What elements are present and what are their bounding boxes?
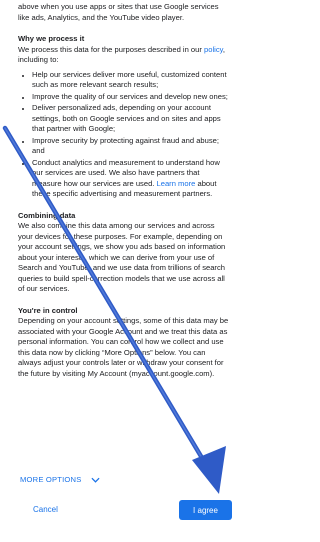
list-item: Improve the quality of our services and … [32, 92, 230, 103]
control-heading: You're in control [18, 305, 78, 315]
combining-text: We also combine this data among our serv… [18, 221, 226, 293]
more-options-label: MORE OPTIONS [20, 475, 82, 484]
why-heading: Why we process it [18, 34, 85, 43]
policy-link[interactable]: policy [204, 45, 223, 54]
agree-button[interactable]: I agree [179, 500, 232, 520]
chevron-down-icon [91, 477, 101, 483]
list-item: Conduct analytics and measurement to und… [32, 158, 230, 200]
more-options-button[interactable]: MORE OPTIONS [20, 475, 101, 484]
list-item: Improve security by protecting against f… [32, 136, 230, 157]
purpose-list: Help our services deliver more useful, c… [18, 70, 230, 200]
combining-heading: Combining data [18, 210, 76, 220]
consent-content: above when you use apps or sites that us… [18, 0, 230, 379]
why-lead: We process this data for the purposes de… [18, 44, 225, 65]
control-text: Depending on your account settings, some… [18, 316, 229, 378]
list-item: Help our services deliver more useful, c… [32, 70, 230, 91]
learn-more-link[interactable]: Learn more [157, 179, 196, 188]
cancel-button[interactable]: Cancel [33, 505, 58, 514]
list-item: Deliver personalized ads, depending on y… [32, 103, 230, 135]
intro-text: above when you use apps or sites that us… [18, 2, 219, 22]
